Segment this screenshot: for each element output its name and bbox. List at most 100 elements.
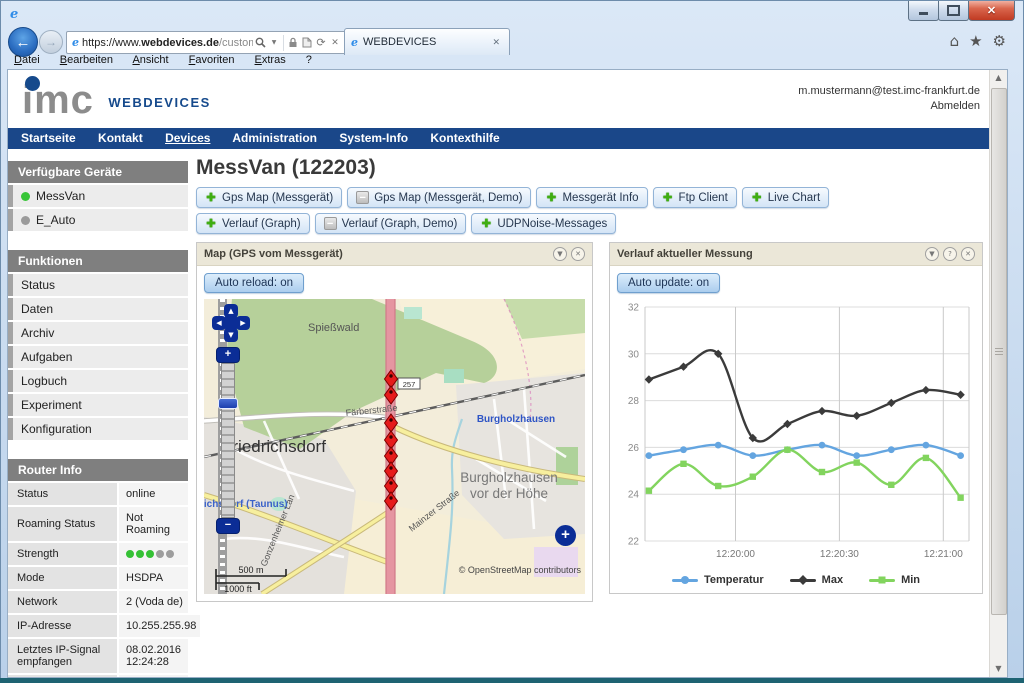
sidebar-item-experiment[interactable]: Experiment: [8, 394, 188, 416]
window-bottom-border: [0, 678, 1024, 683]
last-signal-value: 08.02.2016 12:24:28: [119, 639, 188, 673]
pan-right-icon[interactable]: ▶: [236, 316, 250, 330]
gps-map-button[interactable]: Gps Map (Messgerät): [196, 187, 342, 208]
sidebar-item-archiv[interactable]: Archiv: [8, 322, 188, 344]
forward-button[interactable]: →: [39, 30, 63, 54]
router-info-row: Strength: [8, 543, 188, 565]
page-scrollbar[interactable]: ▲ ▼: [989, 70, 1007, 677]
back-button[interactable]: ←: [8, 27, 38, 57]
router-info-row: IP-Adresse10.255.255.98: [8, 615, 188, 637]
maximize-button[interactable]: [938, 1, 969, 21]
close-button[interactable]: ✕: [968, 1, 1015, 21]
verlauf-graph-demo-button[interactable]: Verlauf (Graph, Demo): [315, 213, 467, 234]
close-icon[interactable]: ✕: [961, 247, 975, 261]
zoom-slider-handle[interactable]: [218, 398, 238, 409]
scrollbar-thumb[interactable]: [991, 88, 1007, 615]
svg-text:12:20:30: 12:20:30: [820, 549, 859, 560]
verlauf-graph-button[interactable]: Verlauf (Graph): [196, 213, 310, 234]
url-text[interactable]: https://www.webdevices.de/customer/d: [82, 37, 253, 49]
zoom-out-button[interactable]: −: [216, 518, 240, 534]
line-chart-svg: 22242628303212:20:0012:20:3012:21:00: [617, 299, 975, 567]
refresh-icon[interactable]: ⟳: [314, 34, 328, 52]
logout-link[interactable]: Abmelden: [798, 99, 980, 114]
udpnoise-messages-button[interactable]: UDPNoise-Messages: [471, 213, 616, 234]
chart-panel-header: Verlauf aktueller Messung ▼ ? ✕: [610, 243, 982, 266]
add-icon: [205, 192, 217, 204]
minimize-button[interactable]: [908, 1, 939, 21]
address-bar[interactable]: e https://www.webdevices.de/customer/d ▼…: [66, 31, 346, 54]
map-label-district-2: vor der Höhe: [470, 486, 548, 501]
map-label-station-friedrichsdorf: richsdorf (Taunus): [204, 499, 288, 510]
openstreetmap-map[interactable]: Spießwald Färberstraße Friedrichsdorf ri…: [204, 299, 585, 594]
close-icon[interactable]: ✕: [571, 247, 585, 261]
gps-map-demo-button[interactable]: Gps Map (Messgerät, Demo): [347, 187, 531, 208]
sidebar-section-functions-title: Funktionen: [8, 250, 188, 272]
menu-item-ansicht[interactable]: Ansicht: [132, 54, 168, 66]
menu-item-extras[interactable]: Extras: [255, 54, 286, 66]
nav-item-administration[interactable]: Administration: [232, 131, 317, 145]
nav-item-startseite[interactable]: Startseite: [21, 131, 76, 145]
map-maximize-button[interactable]: +: [555, 525, 576, 546]
collapse-icon[interactable]: ▼: [553, 247, 567, 261]
auto-reload-button[interactable]: Auto reload: on: [204, 273, 304, 293]
collapse-icon[interactable]: ▼: [925, 247, 939, 261]
auto-update-button[interactable]: Auto update: on: [617, 273, 720, 293]
device-status-dot: [21, 192, 30, 201]
widget-toolbar: Gps Map (Messgerät) Gps Map (Messgerät, …: [196, 187, 926, 234]
legend-item-min: Min: [869, 574, 920, 586]
menu-item-favoriten[interactable]: Favoriten: [189, 54, 235, 66]
sidebar-item-messvan[interactable]: MessVan: [8, 185, 188, 207]
tab-close-icon[interactable]: ✕: [489, 35, 503, 50]
sidebar-item-e-auto[interactable]: E_Auto: [8, 209, 188, 231]
compatibility-view-icon[interactable]: [300, 34, 314, 52]
sidebar-item-aufgaben[interactable]: Aufgaben: [8, 346, 188, 368]
live-chart-button[interactable]: Live Chart: [742, 187, 829, 208]
home-icon[interactable]: ⌂: [950, 32, 960, 50]
router-info-row: Roaming StatusNot Roaming: [8, 507, 188, 541]
nav-item-devices[interactable]: Devices: [165, 131, 210, 145]
menu-item-datei[interactable]: Datei: [14, 54, 40, 66]
url-dropdown-icon[interactable]: ▼: [267, 34, 281, 52]
sidebar-item-daten[interactable]: Daten: [8, 298, 188, 320]
browser-navigation-row: ← → e https://www.webdevices.de/customer…: [8, 30, 1008, 54]
nav-item-kontexthilfe[interactable]: Kontexthilfe: [430, 131, 499, 145]
messgeraet-info-button[interactable]: Messgerät Info: [536, 187, 647, 208]
lock-icon: [286, 34, 300, 52]
scroll-down-icon[interactable]: ▼: [990, 664, 1007, 673]
sidebar-item-logbuch[interactable]: Logbuch: [8, 370, 188, 392]
add-icon: [480, 218, 492, 230]
ie-icon: e: [72, 36, 79, 49]
add-icon: [545, 192, 557, 204]
imc-logo: imc WEBDEVICES: [22, 74, 211, 126]
pan-down-icon[interactable]: ▼: [224, 328, 238, 342]
svg-text:28: 28: [628, 396, 640, 407]
webpage: imc WEBDEVICES m.mustermann@test.imc-fra…: [7, 69, 1008, 678]
signal-strength: [119, 543, 188, 565]
osm-attribution-link[interactable]: © OpenStreetMap contributors: [459, 565, 582, 575]
svg-text:32: 32: [628, 303, 640, 314]
nav-item-system-info[interactable]: System-Info: [339, 131, 408, 145]
logo-dot: [25, 76, 40, 91]
menu-item-help[interactable]: ?: [306, 54, 312, 66]
browser-tab[interactable]: e WEBDEVICES ✕: [344, 28, 510, 55]
window-titlebar[interactable]: e ✕: [0, 0, 1024, 28]
favorites-star-icon[interactable]: ★: [969, 32, 982, 50]
user-email: m.mustermann@test.imc-frankfurt.de: [798, 84, 980, 99]
map-label-friedrichsdorf: Friedrichsdorf: [222, 437, 326, 456]
zoom-slider-track[interactable]: [221, 363, 235, 518]
ftp-client-button[interactable]: Ftp Client: [653, 187, 737, 208]
menu-item-bearbeiten[interactable]: Bearbeiten: [60, 54, 113, 66]
scroll-up-icon[interactable]: ▲: [990, 73, 1007, 82]
nav-item-kontakt[interactable]: Kontakt: [98, 131, 143, 145]
sidebar-item-status[interactable]: Status: [8, 274, 188, 296]
stop-icon[interactable]: ✕: [328, 34, 342, 52]
svg-text:12:20:00: 12:20:00: [716, 549, 755, 560]
gear-icon[interactable]: ⚙: [993, 32, 1006, 50]
svg-text:24: 24: [628, 490, 640, 501]
search-icon[interactable]: [253, 34, 267, 52]
chart-legend: Temperatur Max Min: [617, 574, 975, 586]
sidebar-item-konfiguration[interactable]: Konfiguration: [8, 418, 188, 440]
help-icon[interactable]: ?: [943, 247, 957, 261]
router-info-row: Network2 (Voda de): [8, 591, 188, 613]
zoom-in-button[interactable]: +: [216, 347, 240, 363]
